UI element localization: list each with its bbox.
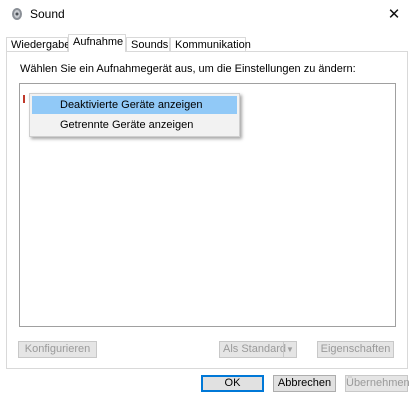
tab-sounds[interactable]: Sounds: [126, 37, 170, 52]
list-item-marker: [23, 95, 25, 103]
configure-button[interactable]: Konfigurieren: [18, 341, 97, 358]
tab-kommunikation[interactable]: Kommunikation: [170, 37, 251, 52]
menu-item-show-disconnected[interactable]: Getrennte Geräte anzeigen: [32, 116, 237, 134]
properties-button[interactable]: Eigenschaften: [317, 341, 394, 358]
set-default-label: Als Standard: [223, 343, 286, 355]
apply-button[interactable]: Übernehmen: [345, 375, 410, 392]
speaker-icon: [10, 7, 24, 21]
instruction-text: Wählen Sie ein Aufnahmegerät aus, um die…: [20, 63, 356, 75]
close-button[interactable]: ✕: [374, 0, 414, 28]
set-default-button[interactable]: Als Standard ▼: [219, 341, 297, 358]
sound-dialog: Sound ✕ Wiedergabe Aufnahme Sounds Kommu…: [0, 0, 414, 400]
window-title: Sound: [30, 7, 65, 21]
tab-wiedergabe[interactable]: Wiedergabe: [6, 37, 70, 52]
cancel-button[interactable]: Abbrechen: [273, 375, 336, 392]
tab-aufnahme[interactable]: Aufnahme: [68, 34, 126, 52]
title-bar[interactable]: Sound ✕: [0, 0, 414, 30]
set-default-dropdown-icon[interactable]: ▼: [283, 342, 296, 357]
context-menu: Deaktivierte Geräte anzeigen Getrennte G…: [29, 93, 240, 137]
menu-item-show-disabled[interactable]: Deaktivierte Geräte anzeigen: [32, 96, 237, 114]
ok-button[interactable]: OK: [201, 375, 264, 392]
